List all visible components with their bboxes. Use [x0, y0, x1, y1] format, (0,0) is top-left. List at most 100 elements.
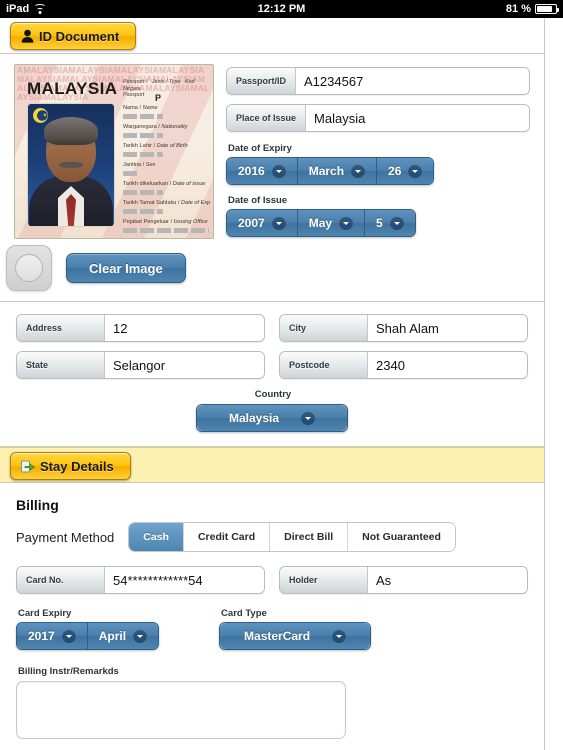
tab-id-document[interactable]: ID Document [10, 22, 137, 50]
photo-hair [44, 117, 98, 145]
passport-field-value-redacted [123, 170, 139, 176]
passport-field: Tarikh Lahir / Date of Birth [123, 143, 209, 157]
image-controls-row: Clear Image [0, 239, 544, 291]
expiry-year-dropdown[interactable]: 2016 [227, 158, 298, 184]
issue-year-dropdown[interactable]: 2007 [227, 210, 298, 236]
tab-stay-details-label: Stay Details [40, 458, 114, 474]
app-canvas: ID Document AMALAYSIAMALAYSIAMALAYSIAMAL… [0, 18, 563, 750]
chevron-down-icon [61, 629, 76, 643]
remarks-label: Billing Instr/Remarkds [18, 666, 119, 677]
passport-field: Pejabat Pengeluar / Issuing Office [123, 219, 209, 233]
date-of-expiry-label: Date of Expiry [228, 143, 292, 154]
card-expiry-year-dropdown[interactable]: 2017 [17, 623, 88, 649]
payment-option-cash[interactable]: Cash [129, 523, 184, 551]
state-value[interactable]: Selangor [105, 352, 264, 378]
camera-thumbnail-button[interactable] [6, 245, 52, 291]
payment-option-not-guaranteed[interactable]: Not Guaranteed [348, 523, 455, 551]
passport-id-value[interactable]: A1234567 [296, 68, 529, 94]
country-label: Country [254, 389, 292, 400]
expiry-month-dropdown[interactable]: March [297, 158, 378, 184]
place-of-issue-value[interactable]: Malaysia [306, 105, 529, 131]
remarks-block: Billing Instr/Remarkds [16, 666, 528, 739]
place-of-issue-field[interactable]: Place of Issue Malaysia [226, 104, 530, 132]
address-grid: Address 12 City Shah Alam State Selangor… [16, 314, 528, 379]
address-value[interactable]: 12 [105, 315, 264, 341]
passport-header-line1: Passport / [123, 79, 148, 85]
device-name: iPad [6, 3, 30, 15]
clear-image-button[interactable]: Clear Image [66, 253, 186, 283]
tab-stay-details[interactable]: Stay Details [10, 452, 131, 480]
person-icon [21, 29, 34, 43]
passport-field: Jantina / Sex [123, 162, 209, 176]
issue-day-dropdown[interactable]: 5 [365, 210, 415, 236]
date-of-issue-group: 2007 May 5 [226, 209, 416, 237]
card-number-field[interactable]: Card No. 54************54 [16, 566, 265, 594]
billing-panel-inner: Billing Payment Method Cash Credit Card … [0, 497, 544, 739]
state-field[interactable]: State Selangor [16, 351, 265, 379]
expiry-month-value: March [308, 164, 345, 178]
battery-icon [535, 4, 559, 14]
address-panel: Address 12 City Shah Alam State Selangor… [0, 302, 544, 447]
city-label: City [280, 315, 368, 341]
passport-field-value-redacted [123, 151, 163, 157]
card-type-dropdown[interactable]: MasterCard [220, 623, 371, 649]
passport-field-value-redacted [123, 113, 163, 119]
battery-percent: 81 % [505, 3, 531, 15]
country-block: Country Malaysia [16, 389, 528, 432]
chevron-down-icon [271, 164, 286, 178]
passport-id-label: Passport/ID [227, 68, 297, 94]
card-expiry-month-value: April [98, 629, 127, 643]
billing-panel: Billing Payment Method Cash Credit Card … [0, 483, 544, 739]
id-document-tabstrip: ID Document [0, 18, 544, 54]
postcode-value[interactable]: 2340 [368, 352, 527, 378]
status-bar-right: 81 % [505, 3, 559, 15]
clock: 12:12 PM [257, 3, 306, 15]
card-details-row: Card No. 54************54 Holder As [16, 566, 528, 594]
issue-day-value: 5 [376, 216, 383, 230]
expiry-day-dropdown[interactable]: 26 [377, 158, 434, 184]
issue-month-dropdown[interactable]: May [297, 210, 366, 236]
passport-header-line2: Passport [123, 92, 145, 99]
card-number-value[interactable]: 54************54 [105, 567, 264, 593]
form-page: ID Document AMALAYSIAMALAYSIAMALAYSIAMAL… [0, 18, 545, 750]
address-label: Address [17, 315, 105, 341]
passport-field-label: Warganegara / Nationality [123, 124, 188, 130]
id-document-panel: AMALAYSIAMALAYSIAMALAYSIAMALAYSIAMALAYSI… [0, 54, 544, 302]
city-field[interactable]: City Shah Alam [279, 314, 528, 342]
chevron-down-icon [133, 629, 148, 643]
address-panel-inner: Address 12 City Shah Alam State Selangor… [0, 314, 544, 432]
country-dropdown[interactable]: Malaysia [197, 405, 347, 431]
wifi-icon [34, 4, 47, 14]
city-value[interactable]: Shah Alam [368, 315, 527, 341]
card-holder-value[interactable]: As [368, 567, 527, 593]
passport-field-label: Tarikh dikeluarkan / Date of issue [123, 181, 206, 187]
card-type-group: MasterCard [219, 622, 372, 650]
stay-details-tabstrip: Stay Details [0, 447, 544, 483]
green-arrow-icon [21, 460, 35, 473]
address-field[interactable]: Address 12 [16, 314, 265, 342]
date-of-expiry-group: 2016 March 26 [226, 157, 435, 185]
payment-option-credit-card[interactable]: Credit Card [183, 523, 271, 551]
billing-title: Billing [16, 497, 59, 513]
remarks-textarea[interactable] [16, 681, 346, 739]
crescent-star-icon [33, 108, 48, 123]
payment-method-row: Payment Method Cash Credit Card Direct B… [16, 522, 528, 552]
card-number-label: Card No. [17, 567, 105, 593]
passport-photo [27, 103, 115, 227]
chevron-down-icon [271, 216, 286, 230]
postcode-field[interactable]: Postcode 2340 [279, 351, 528, 379]
card-expiry-label: Card Expiry [18, 608, 72, 619]
place-of-issue-label: Place of Issue [227, 105, 307, 131]
passport-field-value-redacted [123, 208, 163, 214]
photo-moustache [59, 162, 83, 168]
passport-id-field[interactable]: Passport/ID A1234567 [226, 67, 530, 95]
passport-field-value-redacted [123, 132, 163, 138]
card-holder-label: Holder [280, 567, 368, 593]
country-value: Malaysia [228, 411, 280, 425]
status-bar: iPad 12:12 PM 81 % [0, 0, 563, 18]
card-holder-field[interactable]: Holder As [279, 566, 528, 594]
card-expiry-month-dropdown[interactable]: April [87, 623, 159, 649]
passport-image[interactable]: AMALAYSIAMALAYSIAMALAYSIAMALAYSIAMALAYSI… [14, 64, 214, 239]
payment-option-direct-bill[interactable]: Direct Bill [270, 523, 349, 551]
card-expiry-type-row: Card Expiry 2017 April Card Type MasterC… [16, 608, 528, 650]
